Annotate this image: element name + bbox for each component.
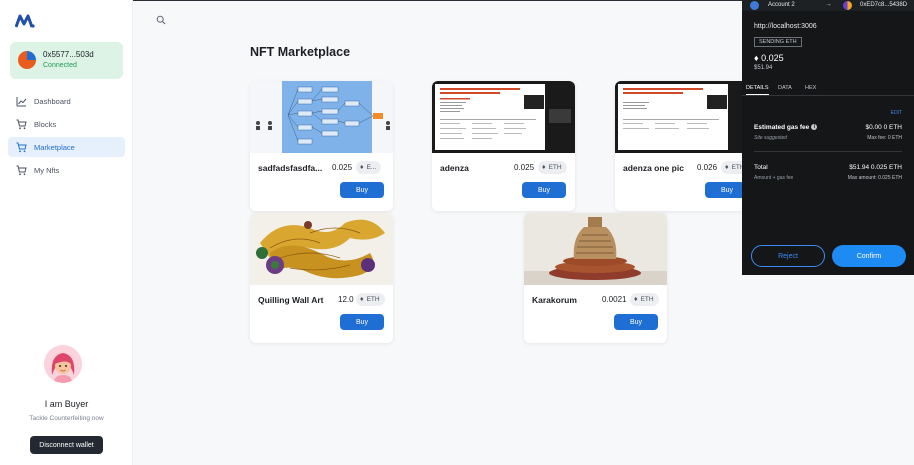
nft-name: sadfadsfasdfa... <box>258 163 323 173</box>
nft-card[interactable]: Quilling Wall Art 12.0 ♦ ETH Buy <box>250 213 393 343</box>
sidebar-item-dashboard[interactable]: Dashboard <box>8 91 125 111</box>
recipient-avatar <box>843 1 852 10</box>
arrow-right-icon: → <box>825 1 832 8</box>
gas-fee-label-text: Estimated gas fee <box>754 124 810 131</box>
divider <box>754 151 902 152</box>
ethereum-icon: ♦ <box>542 164 546 171</box>
origin-url: http://localhost:3006 <box>754 23 817 30</box>
sidebar-item-label: Blocks <box>34 119 57 129</box>
wallet-card[interactable]: 0x5577...503d Connected <box>10 42 123 79</box>
nft-image-slide[interactable] <box>432 81 575 153</box>
tx-type-badge: SENDING ETH <box>754 37 802 47</box>
nft-price: 0.0021 <box>602 295 627 304</box>
nft-name: Karakorum <box>532 295 577 305</box>
nft-name: Quilling Wall Art <box>258 295 324 305</box>
confirm-button[interactable]: Confirm <box>832 245 906 267</box>
nft-image-slide[interactable] <box>615 81 758 153</box>
currency-label: ETH <box>548 164 562 171</box>
site-suggested: Site suggested <box>754 135 788 141</box>
tx-amount: ♦ 0.025 <box>754 53 784 63</box>
gas-fee-value: $0.00 0 ETH <box>865 124 903 131</box>
cart-icon <box>16 165 27 176</box>
profile-title: I am Buyer <box>44 399 89 409</box>
nft-image-basket[interactable] <box>524 213 667 285</box>
fiat-amount: $51.94 <box>754 65 773 71</box>
gas-fee-label: Estimated gas fee i <box>754 124 818 131</box>
nft-name: adenza one pic <box>623 163 684 173</box>
tab-data[interactable]: DATA <box>778 85 792 91</box>
metamask-header: Account 2 → 0xED7c8...5438D <box>742 0 914 11</box>
sidebar-item-label: Dashboard <box>34 96 71 106</box>
nft-price: 12.0 <box>338 295 354 304</box>
nft-image-flowchart[interactable] <box>250 81 393 153</box>
buy-button[interactable]: Buy <box>340 314 384 330</box>
currency-label: E... <box>366 164 377 171</box>
tabs: DETAILS DATA HEX <box>742 82 914 96</box>
search-icon[interactable] <box>156 15 166 25</box>
profile-subtitle: Tackle Counterfeiting now <box>29 415 104 422</box>
wallet-avatar <box>18 51 36 69</box>
cart-icon <box>16 119 27 130</box>
page-title: NFT Marketplace <box>250 45 351 59</box>
tab-hex[interactable]: HEX <box>805 85 816 91</box>
tab-details[interactable]: DETAILS <box>746 85 769 95</box>
to-address[interactable]: 0xED7c8...5438D <box>860 2 907 8</box>
amount-value: 0.025 <box>761 53 784 63</box>
total-subtitle: Amount + gas fee <box>754 175 794 181</box>
metamask-popup: Account 2 → 0xED7c8...5438D http://local… <box>742 0 914 275</box>
from-account[interactable]: Account 2 <box>768 2 795 8</box>
sidebar: 0x5577...503d Connected Dashboard Blocks… <box>0 0 133 465</box>
edit-link[interactable]: EDIT <box>891 110 902 116</box>
nft-card[interactable]: Karakorum 0.0021 ♦ ETH Buy <box>524 213 667 343</box>
max-amount: Max amount: 0.025 ETH <box>847 175 902 181</box>
top-border <box>133 0 742 1</box>
currency-label: ETH <box>366 296 380 303</box>
total-value: $51.94 0.025 ETH <box>849 164 902 171</box>
nft-card[interactable]: adenza one pic 0.026 ♦ ETH Buy <box>615 81 758 211</box>
wallet-address: 0x5577...503d <box>43 50 94 59</box>
sidebar-item-marketplace[interactable]: Marketplace <box>8 137 125 157</box>
total-label: Total <box>754 164 768 171</box>
sidebar-item-label: My Nfts <box>34 165 60 175</box>
nft-price: 0.026 <box>697 163 718 172</box>
info-icon[interactable]: i <box>811 124 818 130</box>
chart-icon <box>16 96 27 107</box>
nft-card[interactable]: sadfadsfasdfa... 0.025 ♦ E... Buy <box>250 81 393 211</box>
buy-button[interactable]: Buy <box>614 314 658 330</box>
currency-badge: ♦ ETH <box>356 293 385 306</box>
sidebar-item-my-nfts[interactable]: My Nfts <box>8 160 125 180</box>
disconnect-wallet-button[interactable]: Disconnect wallet <box>30 436 103 454</box>
ethereum-icon: ♦ <box>360 164 364 171</box>
app-logo-icon[interactable] <box>15 14 35 28</box>
buy-button[interactable]: Buy <box>522 182 566 198</box>
ethereum-icon: ♦ <box>360 296 364 303</box>
ethereum-icon: ♦ <box>725 164 729 171</box>
account-avatar <box>750 1 759 10</box>
max-fee: Max fee: 0 ETH <box>867 135 902 141</box>
currency-badge: ♦ ETH <box>630 293 659 306</box>
reject-button[interactable]: Reject <box>751 245 825 267</box>
currency-badge: ♦ E... <box>356 161 382 174</box>
nft-card[interactable]: adenza 0.025 ♦ ETH Buy <box>432 81 575 211</box>
nft-price: 0.025 <box>332 163 353 172</box>
avatar <box>44 345 82 383</box>
nft-name: adenza <box>440 163 469 173</box>
nft-price: 0.025 <box>514 163 535 172</box>
currency-badge: ♦ ETH <box>538 161 567 174</box>
cart-icon <box>16 142 27 153</box>
buy-button[interactable]: Buy <box>340 182 384 198</box>
sidebar-item-blocks[interactable]: Blocks <box>8 114 125 134</box>
currency-label: ETH <box>640 296 654 303</box>
wallet-status: Connected <box>43 62 77 69</box>
ethereum-icon: ♦ <box>634 296 638 303</box>
nft-image-quilling[interactable] <box>250 213 393 285</box>
sidebar-item-label: Marketplace <box>34 142 75 152</box>
